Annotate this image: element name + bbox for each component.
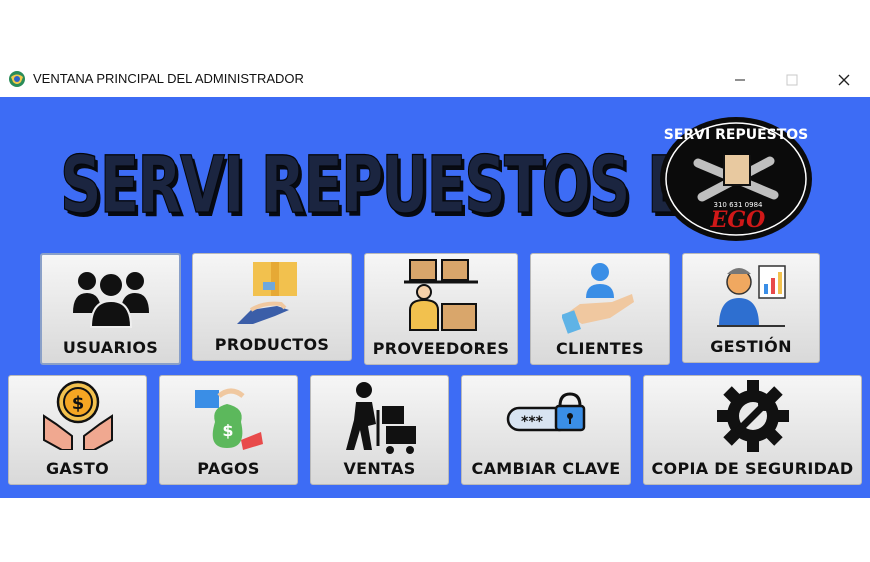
supplier-boxes-icon [404,259,478,331]
ventas-button[interactable]: VENTAS [310,375,449,485]
password-lock-icon: *** [506,392,586,432]
client-hand-icon [562,263,634,334]
app-icon [9,71,25,87]
productos-button[interactable]: PRODUCTOS [192,253,352,361]
svg-text:$: $ [222,421,233,440]
title-bar: VENTANA PRINCIPAL DEL ADMINISTRADOR [0,62,870,97]
button-label: PAGOS [197,459,260,478]
maximize-icon [786,74,798,85]
button-label: GASTO [45,459,110,478]
close-icon [838,74,850,85]
window-title: VENTANA PRINCIPAL DEL ADMINISTRADOR [33,71,304,86]
usuarios-button[interactable]: USUARIOS [40,253,181,365]
button-label: USUARIOS [62,338,159,357]
proveedores-button[interactable]: PROVEEDORES [364,253,518,365]
button-label: GESTIÓN [710,337,792,356]
backup-gear-icon [716,380,789,452]
svg-text:EGO: EGO [710,207,766,233]
company-logo: SERVI REPUESTOS 310 631 0984 EGO [660,117,812,241]
button-label: VENTAS [343,459,416,478]
svg-text:SERVI REPUESTOS: SERVI REPUESTOS [664,127,809,143]
minimize-button[interactable] [717,62,763,97]
gasto-button[interactable]: $ GASTO [8,375,147,485]
button-label: CLIENTES [556,339,644,358]
button-label: PRODUCTOS [214,335,330,354]
button-label: PROVEEDORES [372,339,510,358]
main-panel: SERVI REPUESTOS EGO SERVI REPUESTOS 310 … [0,97,870,498]
coin-hands-icon: $ [42,380,113,450]
svg-text:$: $ [71,393,84,414]
cambiar-clave-button[interactable]: *** CAMBIAR CLAVE [461,375,631,485]
money-bag-icon: $ [194,388,263,450]
button-label: CAMBIAR CLAVE [471,459,621,478]
manager-chart-icon [717,265,786,327]
clientes-button[interactable]: CLIENTES [530,253,670,365]
delivery-cart-icon [345,382,416,454]
gestion-button[interactable]: GESTIÓN [682,253,820,363]
button-label: COPIA DE SEGURIDAD [651,459,854,478]
users-icon [72,272,149,328]
close-button[interactable] [821,62,867,97]
maximize-button[interactable] [769,62,815,97]
pagos-button[interactable]: $ PAGOS [159,375,298,485]
copia-seguridad-button[interactable]: COPIA DE SEGURIDAD [643,375,862,485]
box-hand-icon [237,262,297,324]
minimize-icon [735,79,745,80]
svg-text:***: *** [521,414,544,430]
